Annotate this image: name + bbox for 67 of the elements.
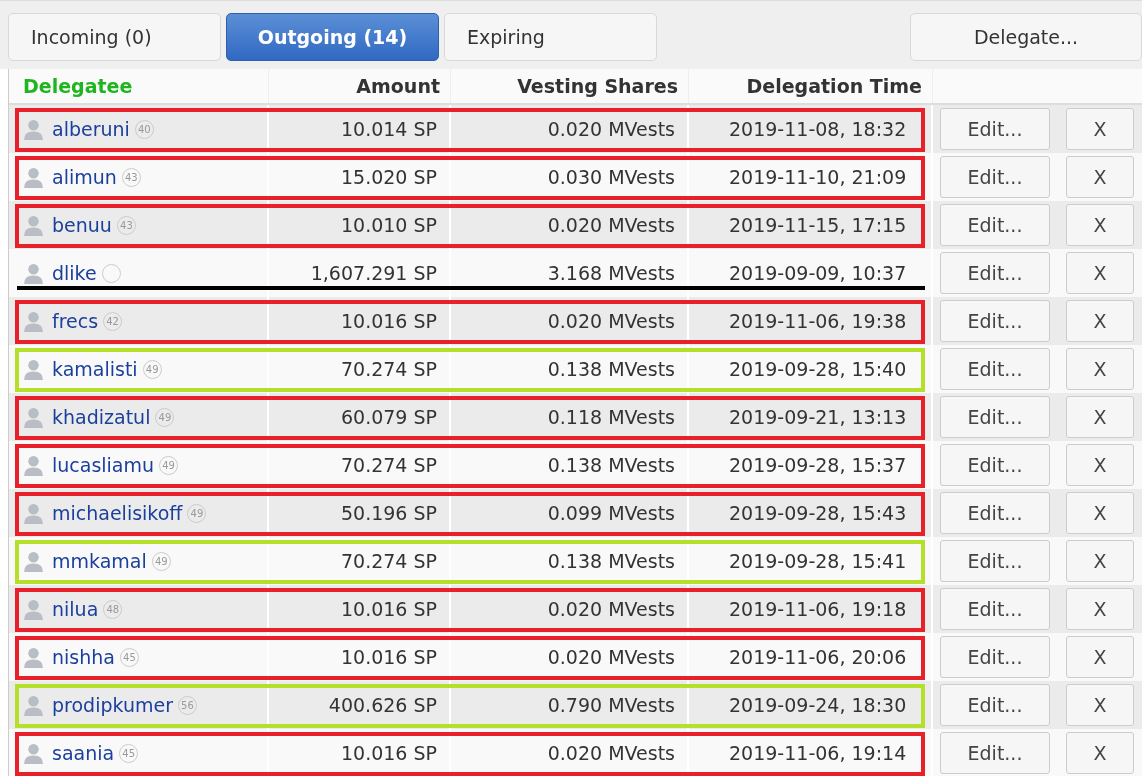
user-icon [23,358,44,380]
edit-button[interactable]: Edit... [940,204,1050,246]
remove-button[interactable]: X [1066,300,1134,342]
remove-button[interactable]: X [1066,732,1134,774]
user-icon [23,166,44,188]
user-link[interactable]: michaelisikoff [52,502,183,524]
remove-button[interactable]: X [1066,348,1134,390]
user-link[interactable]: frecs [52,310,99,332]
remove-button[interactable]: X [1066,156,1134,198]
user-icon [23,598,44,620]
user-link[interactable]: nilua [52,598,99,620]
column-header: Delegation Time [689,69,933,103]
user-icon [23,406,44,428]
vesting-cell: 0.020 MVests [451,729,689,776]
time-cell: 2019-11-06, 19:14 [689,729,933,776]
user-icon [23,310,44,332]
edit-button[interactable]: Edit... [940,492,1050,534]
remove-button[interactable]: X [1066,108,1134,150]
user-link[interactable]: dlike [52,262,97,284]
user-link[interactable]: khadizatul [52,406,151,428]
edit-button[interactable]: Edit... [940,636,1050,678]
tab[interactable]: Outgoing (14) [226,13,439,61]
remove-button[interactable]: X [1066,396,1134,438]
remove-button[interactable]: X [1066,636,1134,678]
user-icon [23,694,44,716]
user-link[interactable]: alberuni [52,118,130,140]
tab[interactable]: Incoming (0) [8,13,221,61]
edit-button[interactable]: Edit... [940,300,1050,342]
edit-button[interactable]: Edit... [940,732,1050,774]
user-icon [23,454,44,476]
user-link[interactable]: alimun [52,166,117,188]
column-header: Amount [269,69,451,103]
user-icon [23,742,44,764]
amount-cell: 10.016 SP [269,729,451,776]
remove-button[interactable]: X [1066,204,1134,246]
edit-button[interactable]: Edit... [940,108,1050,150]
edit-button[interactable]: Edit... [940,252,1050,294]
user-link[interactable]: nishha [52,646,115,668]
column-header: Vesting Shares [451,69,689,103]
delegate-button[interactable]: Delegate... [910,13,1142,61]
user-icon [23,550,44,572]
user-link[interactable]: prodipkumer [52,694,173,716]
edit-button[interactable]: Edit... [940,540,1050,582]
edit-button[interactable]: Edit... [940,444,1050,486]
edit-button[interactable]: Edit... [940,684,1050,726]
remove-button[interactable]: X [1066,684,1134,726]
tab[interactable]: Expiring [444,13,657,61]
remove-button[interactable]: X [1066,252,1134,294]
user-icon [23,214,44,236]
user-link[interactable]: kamalisti [52,358,138,380]
user-icon [23,646,44,668]
user-icon [23,118,44,140]
user-link[interactable]: mmkamal [52,550,147,572]
edit-button[interactable]: Edit... [940,156,1050,198]
remove-button[interactable]: X [1066,444,1134,486]
user-link[interactable]: lucasliamu [52,454,155,476]
column-header: Delegatee [9,69,269,103]
user-link[interactable]: benuu [52,214,112,236]
edit-button[interactable]: Edit... [940,348,1050,390]
edit-button[interactable]: Edit... [940,588,1050,630]
remove-button[interactable]: X [1066,492,1134,534]
user-link[interactable]: saania [52,742,115,764]
remove-button[interactable]: X [1066,588,1134,630]
user-icon [23,502,44,524]
user-icon [23,262,44,284]
remove-button[interactable]: X [1066,540,1134,582]
edit-button[interactable]: Edit... [940,396,1050,438]
